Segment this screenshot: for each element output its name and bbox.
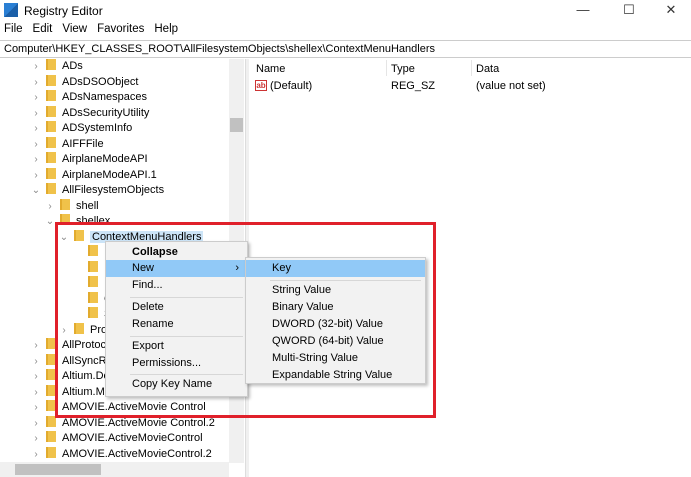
title-bar: Registry Editor — ☐ ✕ — [0, 0, 691, 22]
tree-item[interactable]: › AirplaneModeAPI — [30, 152, 148, 167]
maximize-button[interactable]: ☐ — [606, 0, 652, 22]
tree-item[interactable]: › ADs — [30, 59, 83, 74]
string-value-icon: ab — [255, 80, 267, 91]
tree-item-label: shell — [76, 199, 99, 212]
folder-icon — [46, 136, 56, 148]
tree-item[interactable]: › ADsDSOObject — [30, 74, 139, 90]
expand-chevron-icon[interactable]: › — [30, 431, 42, 446]
tree-item-label: ADs — [62, 60, 83, 72]
expand-chevron-icon[interactable]: › — [30, 75, 42, 90]
folder-icon — [46, 431, 56, 442]
tree-item-label: AMOVIE.ActiveMovieControl.2 — [62, 447, 212, 460]
collapse-chevron-icon[interactable]: ⌄ — [30, 183, 42, 198]
expand-chevron-icon[interactable]: › — [30, 152, 42, 167]
tree-item[interactable]: › AMOVIE.ActiveMovieControl — [30, 431, 203, 446]
tree-item-label: ADsDSOObject — [62, 75, 139, 88]
folder-icon — [46, 183, 56, 194]
expand-chevron-icon[interactable]: › — [30, 416, 42, 431]
folder-icon — [46, 446, 56, 458]
tree-item-label: AirplaneModeAPI.1 — [62, 168, 157, 181]
expand-chevron-icon[interactable]: › — [30, 168, 42, 183]
annotation-highlight-box — [55, 222, 436, 418]
tree-item-label: AirplaneModeAPI — [62, 153, 148, 165]
folder-icon — [46, 74, 56, 86]
expand-chevron-icon[interactable]: › — [30, 106, 42, 121]
expand-chevron-icon[interactable]: › — [30, 354, 42, 369]
registry-editor-icon — [4, 3, 18, 17]
tree-item[interactable]: › AMOVIE.ActiveMovieControl.2 — [30, 446, 212, 462]
value-data: (value not set) — [476, 80, 546, 92]
value-type: REG_SZ — [391, 80, 436, 92]
window-title: Registry Editor — [24, 4, 103, 18]
folder-icon — [46, 105, 56, 117]
folder-icon — [46, 152, 56, 163]
tree-item-label: ADsSecurityUtility — [62, 106, 150, 119]
tree-item[interactable]: › shell — [44, 198, 99, 214]
expand-chevron-icon[interactable]: › — [30, 447, 42, 462]
menu-favorites[interactable]: Favorites — [97, 23, 144, 35]
expand-chevron-icon[interactable]: › — [30, 400, 42, 415]
column-header-data[interactable]: Data — [476, 63, 499, 75]
folder-icon — [46, 90, 56, 101]
menu-bar: File Edit View Favorites Help — [0, 23, 691, 39]
folder-icon — [60, 198, 70, 210]
tree-item[interactable]: › ADSystemInfo — [30, 121, 132, 136]
tree-item-label: AllFilesystemObjects — [62, 184, 165, 196]
expand-chevron-icon[interactable]: › — [30, 59, 42, 74]
tree-item-label: AIFFFile — [62, 137, 104, 150]
tree-item-label: AMOVIE.ActiveMovieControl — [62, 432, 203, 444]
expand-chevron-icon[interactable]: › — [30, 369, 42, 384]
expand-chevron-icon[interactable]: › — [30, 90, 42, 105]
folder-icon — [46, 121, 56, 132]
tree-item-label: ADsNamespaces — [62, 91, 147, 103]
menu-help[interactable]: Help — [154, 23, 178, 35]
tree-item[interactable]: ⌄ AllFilesystemObjects — [30, 183, 164, 198]
tree-scroll-thumb[interactable] — [230, 118, 243, 132]
close-button[interactable]: ✕ — [648, 0, 691, 22]
folder-icon — [46, 167, 56, 179]
tree-item[interactable]: › AIFFFile — [30, 136, 104, 152]
expand-chevron-icon[interactable]: › — [30, 385, 42, 400]
expand-chevron-icon[interactable]: › — [30, 121, 42, 136]
menu-edit[interactable]: Edit — [33, 23, 53, 35]
column-header-type[interactable]: Type — [391, 63, 415, 75]
tree-item[interactable]: › AirplaneModeAPI.1 — [30, 167, 157, 183]
expand-chevron-icon[interactable]: › — [30, 338, 42, 353]
tree-hscroll-thumb[interactable] — [15, 464, 101, 475]
folder-icon — [46, 59, 56, 70]
column-header-name[interactable]: Name — [256, 63, 285, 75]
tree-item-label: AMOVIE.ActiveMovie Control.2 — [62, 416, 215, 429]
tree-item-label: ADSystemInfo — [62, 122, 133, 134]
tree-item[interactable]: › ADsNamespaces — [30, 90, 147, 105]
address-bar[interactable]: Computer\HKEY_CLASSES_ROOT\AllFilesystem… — [0, 40, 691, 58]
menu-file[interactable]: File — [4, 23, 23, 35]
minimize-button[interactable]: — — [560, 0, 606, 22]
tree-item[interactable]: › ADsSecurityUtility — [30, 105, 150, 121]
expand-chevron-icon[interactable]: › — [30, 137, 42, 152]
menu-view[interactable]: View — [62, 23, 87, 35]
value-name[interactable]: (Default) — [270, 80, 312, 92]
expand-chevron-icon[interactable]: › — [44, 199, 56, 214]
